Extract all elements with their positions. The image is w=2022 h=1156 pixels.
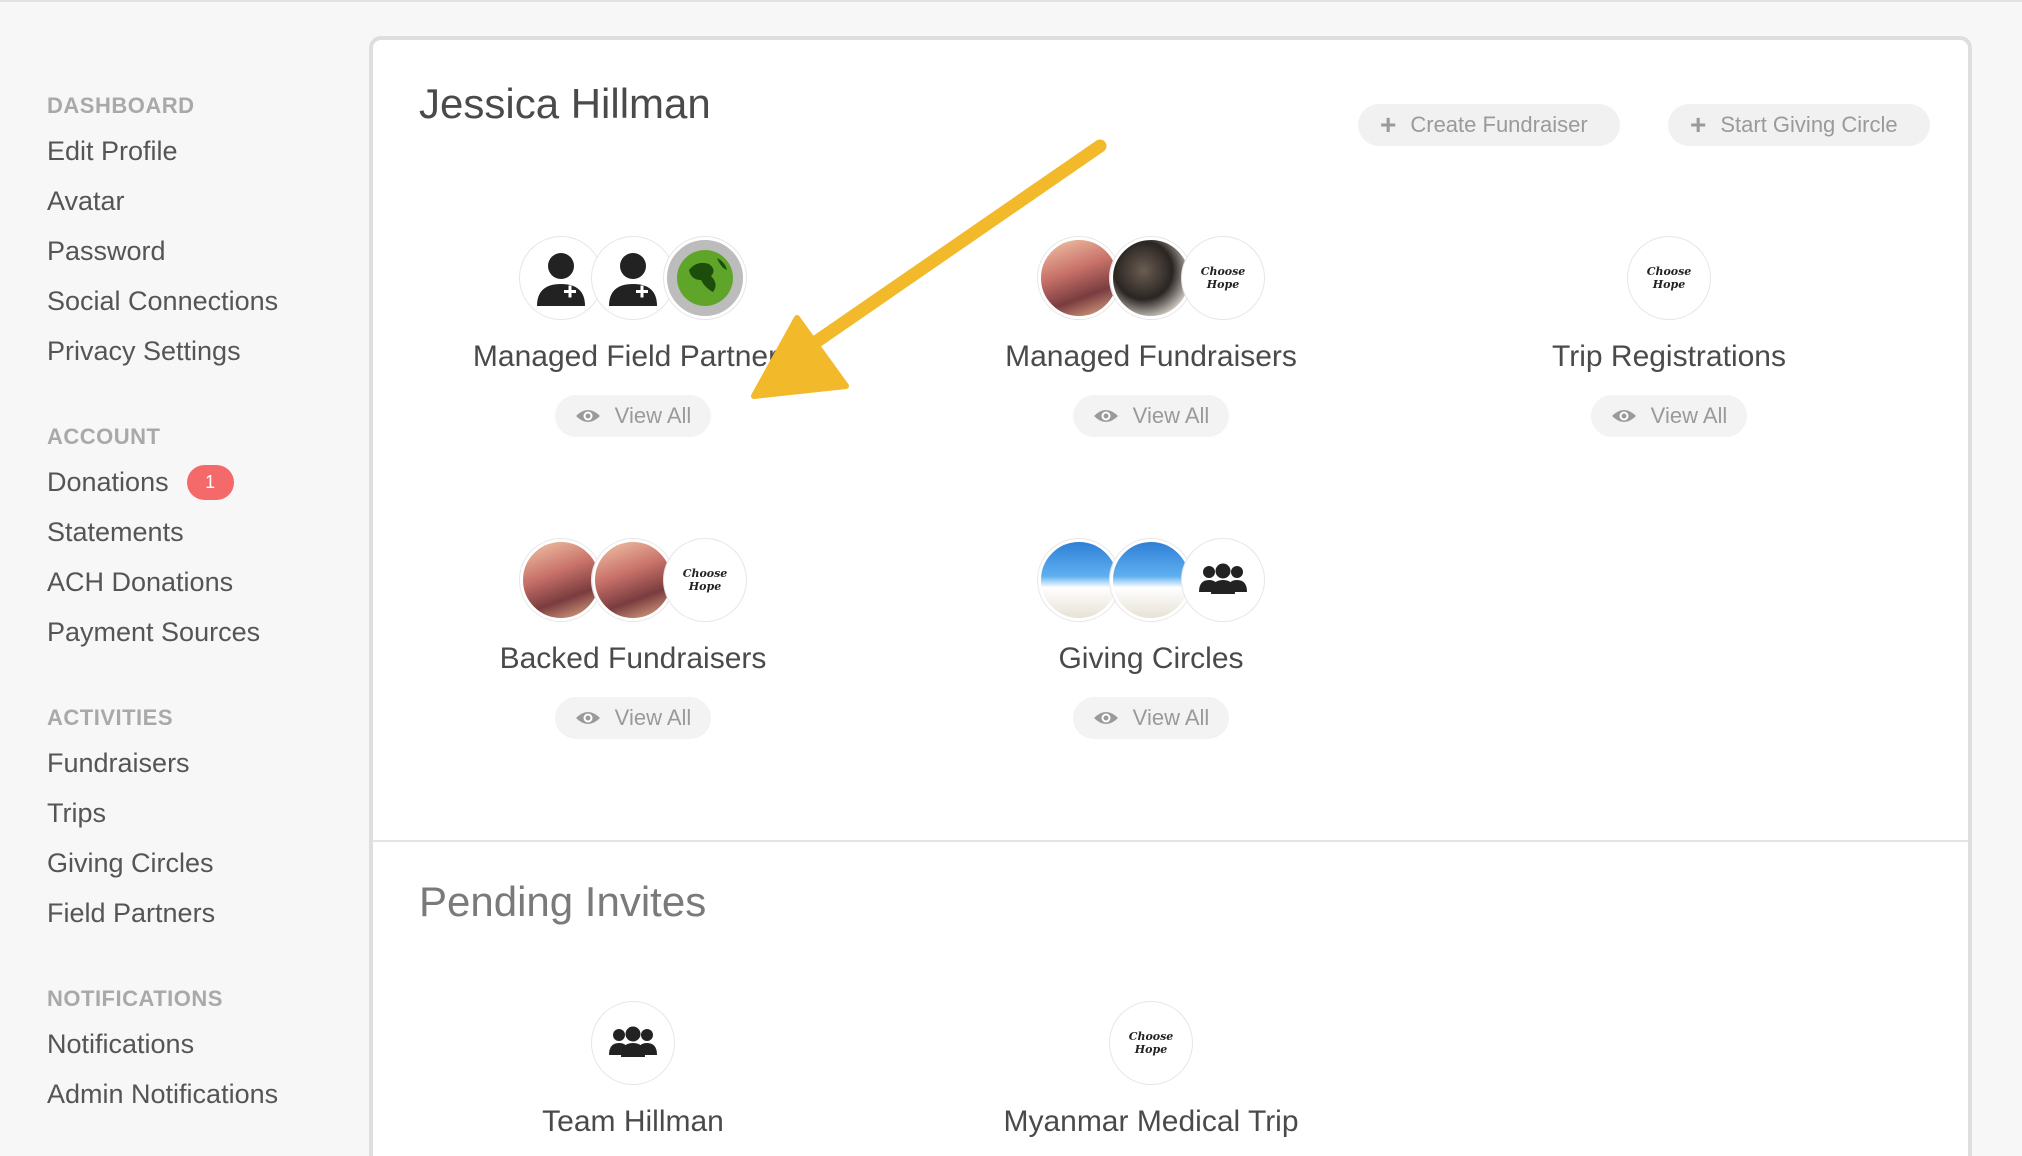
plus-icon: + [1380, 109, 1397, 140]
section-title-account: ACCOUNT [47, 424, 161, 449]
choose-hope-logo-avatar: Choose Hope [664, 539, 746, 621]
eye-icon [1611, 410, 1636, 422]
group-icon [609, 1026, 657, 1057]
avatar-stack: Choose Hope [373, 539, 893, 621]
globe-icon [677, 250, 733, 306]
concert-photo-avatar [592, 539, 674, 621]
card-label: Backed Fundraisers [499, 642, 767, 675]
create-fundraiser-button[interactable]: + Create Fundraiser [1358, 104, 1620, 146]
top-border [0, 0, 2022, 2]
choose-hope-logo-avatar: Choose Hope [1182, 237, 1264, 319]
view-all-button[interactable]: View All [1072, 395, 1230, 437]
sidebar-item-admin-notifications[interactable]: Admin Notifications [47, 1069, 367, 1119]
pending-invite-card: Team Hillman [373, 1002, 893, 1142]
sidebar-item-statements[interactable]: Statements [47, 507, 367, 557]
view-all-label: View All [1132, 403, 1210, 428]
view-all-label: View All [1650, 403, 1728, 428]
sidebar-item-giving-circles[interactable]: Giving Circles [47, 838, 367, 888]
start-giving-circle-label: Start Giving Circle [1720, 112, 1898, 137]
managed-fundraisers-card: Choose Hope Managed Fundraisers View All [891, 237, 1411, 437]
view-all-label: View All [1132, 705, 1210, 730]
card-label: Managed Fundraisers [1005, 340, 1297, 373]
create-fundraiser-label: Create Fundraiser [1410, 112, 1588, 137]
pending-invite-label[interactable]: Myanmar Medical Trip [891, 1102, 1411, 1142]
concert-photo-avatar [1038, 237, 1120, 319]
section-title-activities: ACTIVITIES [47, 705, 174, 730]
card-label: Managed Field Partners [472, 340, 794, 373]
choose-hope-logo-text: Choose Hope [1128, 1030, 1174, 1056]
sidebar: DASHBOARD Edit Profile Avatar Password S… [47, 86, 367, 1119]
start-giving-circle-button[interactable]: + Start Giving Circle [1668, 104, 1930, 146]
sidebar-item-notifications[interactable]: Notifications [47, 1019, 367, 1069]
group-photo-avatar [1110, 237, 1192, 319]
view-all-button[interactable]: View All [1072, 697, 1230, 739]
choose-hope-logo-text: Choose Hope [1200, 265, 1246, 291]
person-icon [537, 253, 585, 306]
eye-icon [1093, 712, 1118, 724]
section-divider [373, 840, 1968, 842]
sidebar-item-edit-profile[interactable]: Edit Profile [47, 126, 367, 176]
dashboard-panel: Jessica Hillman + Create Fundraiser + St… [369, 36, 1972, 1156]
pending-invite-card: Choose Hope Myanmar Medical Trip [891, 1002, 1411, 1142]
user-avatar [592, 237, 674, 319]
choose-hope-logo-avatar: Choose Hope [1110, 1002, 1192, 1084]
giving-circles-card: Giving Circles View All [891, 539, 1411, 739]
plus-icon: + [1690, 109, 1707, 140]
avatar-stack [373, 1002, 893, 1084]
eye-icon [575, 712, 600, 724]
eye-icon [1093, 410, 1118, 422]
sidebar-item-ach-donations[interactable]: ACH Donations [47, 557, 367, 607]
avatar-stack: Choose Hope [1409, 237, 1929, 319]
beach-photo-avatar [1038, 539, 1120, 621]
view-all-label: View All [614, 403, 692, 428]
sidebar-item-privacy-settings[interactable]: Privacy Settings [47, 326, 367, 376]
choose-hope-logo-text: Choose Hope [1646, 265, 1692, 291]
managed-field-partners-card: Managed Field Partners View All [373, 237, 893, 437]
avatar-stack: Choose Hope [891, 1002, 1411, 1084]
eye-icon [575, 410, 600, 422]
trip-registrations-card: Choose Hope Trip Registrations View All [1409, 237, 1929, 437]
pending-invite-label[interactable]: Team Hillman [373, 1102, 893, 1142]
section-title-dashboard: DASHBOARD [47, 93, 195, 118]
donations-count-badge: 1 [186, 464, 234, 500]
view-all-button[interactable]: View All [1590, 395, 1748, 437]
globe-avatar [664, 237, 746, 319]
group-icon [1199, 563, 1247, 594]
avatar-stack [891, 539, 1411, 621]
sidebar-item-trips[interactable]: Trips [47, 788, 367, 838]
choose-hope-logo-avatar: Choose Hope [1628, 237, 1710, 319]
view-all-button[interactable]: View All [554, 697, 712, 739]
concert-photo-avatar [520, 539, 602, 621]
section-title-notifications: NOTIFICATIONS [47, 986, 223, 1011]
pending-invites-title: Pending Invites [419, 878, 707, 925]
group-avatar [1182, 539, 1264, 621]
sidebar-item-social-connections[interactable]: Social Connections [47, 276, 367, 326]
sidebar-item-payment-sources[interactable]: Payment Sources [47, 607, 367, 657]
sidebar-item-donations[interactable]: Donations 1 [47, 457, 367, 507]
page-title: Jessica Hillman [419, 80, 711, 127]
sidebar-item-avatar[interactable]: Avatar [47, 176, 367, 226]
beach-photo-avatar [1110, 539, 1192, 621]
avatar-stack: Choose Hope [891, 237, 1411, 319]
view-all-button[interactable]: View All [554, 395, 712, 437]
choose-hope-logo-text: Choose Hope [682, 567, 728, 593]
user-avatar [520, 237, 602, 319]
avatar-stack [373, 237, 893, 319]
view-all-label: View All [614, 705, 692, 730]
person-icon [609, 253, 657, 306]
sidebar-item-fundraisers[interactable]: Fundraisers [47, 738, 367, 788]
sidebar-item-label: Donations [47, 467, 169, 497]
group-avatar [592, 1002, 674, 1084]
card-label: Trip Registrations [1552, 340, 1786, 373]
backed-fundraisers-card: Choose Hope Backed Fundraisers View All [373, 539, 893, 739]
sidebar-item-field-partners[interactable]: Field Partners [47, 888, 367, 938]
sidebar-item-password[interactable]: Password [47, 226, 367, 276]
card-label: Giving Circles [1058, 642, 1244, 675]
